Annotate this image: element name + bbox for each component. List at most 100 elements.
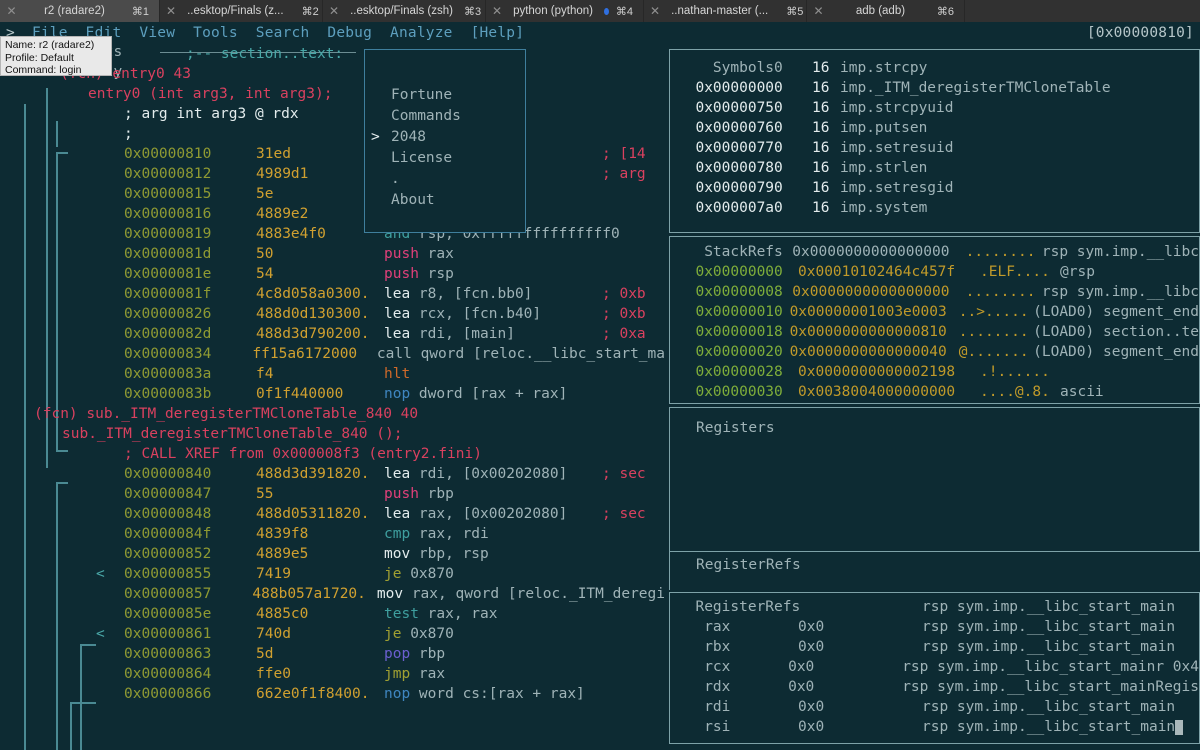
- stackrefs-row[interactable]: 0x00000018 0x0000000000000810........ (LOA…: [678, 322, 1199, 342]
- symbols-row[interactable]: 0x00000000 16 imp._ITM_deregisterTMCloneTa…: [678, 78, 1199, 98]
- disassembly-annotation-row[interactable]: ;: [0, 124, 665, 144]
- terminal-tab-6[interactable]: ✕ adb (adb) ⌘6: [807, 0, 965, 22]
- stackref-address: 0x00000028: [678, 364, 783, 380]
- stackrefs-row[interactable]: 0x00000020 0x0000000000000040 @....... (LOA…: [678, 342, 1199, 362]
- registerrefs-row[interactable]: rbx 0x0 rsp sym.imp.__libc_start_main: [678, 637, 1199, 657]
- disassembly-instruction-row[interactable]: 0x00000819 4883e4f0 and rsp, 0xfffffffffff…: [0, 224, 665, 244]
- disassembly-instruction-row[interactable]: 0x00000847 55 push rbp: [0, 484, 665, 504]
- disassembly-instruction-row[interactable]: 0x000008164889e2mov rdx, rsp: [0, 204, 665, 224]
- help-menu-item-4[interactable]: .: [365, 168, 525, 189]
- registerrefs-row[interactable]: rdi 0x0 rsp sym.imp.__libc_start_main: [678, 697, 1199, 717]
- disassembly-instruction-row[interactable]: 0x0000081e 54 push rsp: [0, 264, 665, 284]
- instruction-address: 0x0000084f: [124, 526, 212, 542]
- disassembly-instruction-row[interactable]: 0x00000834 ff15a6172000 call qword [reloc.…: [0, 344, 665, 364]
- symbols-row[interactable]: 0x00000770 16 imp.setresuid: [678, 138, 1199, 158]
- instruction-bytes: 488d05311820.: [256, 506, 370, 522]
- instruction-address: 0x00000810: [124, 146, 212, 162]
- terminal-tab-3[interactable]: ✕ ..esktop/Finals (zsh) ⌘3: [323, 0, 486, 22]
- disassembly-instruction-row[interactable]: 0x0000085e 4885c0 test rax, rax: [0, 604, 665, 624]
- symbols-panel[interactable]: Symbols0 16 imp.strcpy 0x00000000 16 imp._IT…: [669, 49, 1200, 233]
- disassembly-annotation-row[interactable]: ; arg int arg3 @ rdx: [0, 104, 665, 124]
- registerrefs-label-panel[interactable]: RegisterRefs: [669, 552, 1200, 590]
- symbols-row[interactable]: 0x00000790 16 imp.setresgid: [678, 178, 1199, 198]
- instruction-address: 0x0000083a: [124, 366, 212, 382]
- stackrefs-row[interactable]: StackRefs 0x0000000000000000........ rsp s…: [678, 242, 1199, 262]
- disassembly-panel[interactable]: ;-- section..text: (fcn) entry0 43 entry0 …: [0, 44, 665, 750]
- disassembly-instruction-row[interactable]: 0x00000864 ffe0 jmp rax: [0, 664, 665, 684]
- registerrefs-row[interactable]: rcx 0x0 rsp sym.imp.__libc_start_mainr 0x4: [678, 657, 1199, 677]
- registerrefs-row[interactable]: rsi 0x0 rsp sym.imp.__libc_start_main: [678, 717, 1199, 737]
- stackref-value: 0x0000000000000810: [789, 324, 947, 340]
- disassembly-instruction-row[interactable]: 0x0000081f 4c8d058a0300. lea r8, [fcn.bb0]…: [0, 284, 665, 304]
- menu-item-view[interactable]: View: [130, 25, 184, 41]
- terminal-tab-4[interactable]: ✕ python (python) ⌘4: [486, 0, 644, 22]
- menu-item-search[interactable]: Search: [247, 25, 319, 41]
- terminal-window: ✕ r2 (radare2) ⌘1 ✕ ..esktop/Finals (z... ⌘2 ✕…: [0, 0, 1200, 750]
- terminal-tab-1[interactable]: ✕ r2 (radare2) ⌘1: [0, 0, 160, 22]
- stackrefs-row[interactable]: 0x00000008 0x0000000000000000........ rsp …: [678, 282, 1199, 302]
- disassembly-instruction-row[interactable]: 0x00000815 5e: [0, 184, 665, 204]
- menu-item-tools[interactable]: Tools: [184, 25, 247, 41]
- disassembly-instruction-row[interactable]: 0x00000840 488d3d391820. lea rdi, [0x00202…: [0, 464, 665, 484]
- stackrefs-panel[interactable]: StackRefs 0x0000000000000000........ rsp s…: [669, 236, 1200, 404]
- disassembly-instruction-row[interactable]: 0x00000826 488d0d130300. lea rcx, [fcn.b40…: [0, 304, 665, 324]
- registerrefs-panel[interactable]: RegisterRefs rsp sym.imp.__libc_start_mai…: [669, 592, 1200, 744]
- close-icon[interactable]: ✕: [650, 5, 660, 17]
- disassembly-instruction-row[interactable]: 0x0000081d 50 push rax: [0, 244, 665, 264]
- symbols-row[interactable]: 0x00000760 16 imp.putsen: [678, 118, 1199, 138]
- disassembly-instruction-row[interactable]: 0x00000863 5d pop rbp: [0, 644, 665, 664]
- help-menu-item-5[interactable]: About: [365, 189, 525, 210]
- instruction-address: 0x00000864: [124, 666, 212, 682]
- tab-bar-filler: [965, 0, 1200, 22]
- help-menu-item-1[interactable]: Commands: [365, 105, 525, 126]
- disassembly-annotation-row[interactable]: entry0 (int arg3, int arg3);: [0, 84, 665, 104]
- disassembly-annotation-row[interactable]: sub._ITM_deregisterTMCloneTable_840 ();: [0, 424, 665, 444]
- close-icon[interactable]: ✕: [329, 5, 339, 17]
- disassembly-instruction-row[interactable]: 0x00000857 488b057a1720. mov rax, qword [r…: [0, 584, 665, 604]
- help-menu-item-2[interactable]: >2048: [365, 126, 525, 147]
- disassembly-instruction-row[interactable]: <0x00000861 740d je 0x870: [0, 624, 665, 644]
- menu-item-help[interactable]: [Help]: [462, 25, 534, 41]
- disassembly-instruction-row[interactable]: 0x00000812 4989d1; arg: [0, 164, 665, 184]
- registerrefs-row[interactable]: RegisterRefs rsp sym.imp.__libc_start_mai…: [678, 597, 1199, 617]
- disassembly-instruction-row[interactable]: 0x00000848 488d05311820. lea rax, [0x00202…: [0, 504, 665, 524]
- menu-item-analyze[interactable]: Analyze: [381, 25, 462, 41]
- disassembly-instruction-row[interactable]: 0x0000083a f4 hlt: [0, 364, 665, 384]
- registers-panel[interactable]: Registers: [669, 407, 1200, 552]
- symbols-row[interactable]: Symbols0 16 imp.strcpy: [678, 58, 1199, 78]
- close-icon[interactable]: ✕: [492, 5, 502, 17]
- registerrefs-row[interactable]: rax 0x0 rsp sym.imp.__libc_start_main: [678, 617, 1199, 637]
- help-menu-item-3[interactable]: License: [365, 147, 525, 168]
- disassembly-instruction-row[interactable]: 0x00000810 31ed; [14: [0, 144, 665, 164]
- registerrefs-row[interactable]: rdx 0x0 rsp sym.imp.__libc_start_mainRegis: [678, 677, 1199, 697]
- menu-item-debug[interactable]: Debug: [318, 25, 381, 41]
- terminal-tab-5[interactable]: ✕ ..nathan-master (... ⌘5: [644, 0, 807, 22]
- disassembly-instruction-row[interactable]: <0x00000855 7419 je 0x870: [0, 564, 665, 584]
- disassembly-instruction-row[interactable]: 0x0000083b 0f1f440000 nop dword [rax + rax…: [0, 384, 665, 404]
- disassembly-instruction-row[interactable]: 0x0000084f 4839f8 cmp rax, rdi: [0, 524, 665, 544]
- stackrefs-row[interactable]: 0x00000010 0x00000001003e0003 ..>..... (LOA…: [678, 302, 1199, 322]
- stackref-address: 0x00000000: [678, 264, 783, 280]
- terminal-tab-2[interactable]: ✕ ..esktop/Finals (z... ⌘2: [160, 0, 323, 22]
- symbols-row[interactable]: 0x00000750 16 imp.strcpyuid: [678, 98, 1199, 118]
- instruction-address: 0x00000863: [124, 646, 212, 662]
- close-icon[interactable]: ✕: [813, 5, 824, 17]
- stackrefs-row[interactable]: 0x00000000 0x00010102464c457f .ELF.... @rsp: [678, 262, 1199, 282]
- stackrefs-row[interactable]: 0x00000028 0x0000000000002198.!......: [678, 362, 1199, 382]
- symbols-row[interactable]: 0x00000780 16 imp.strlen: [678, 158, 1199, 178]
- stackrefs-rows: StackRefs 0x0000000000000000........ rsp s…: [670, 237, 1199, 402]
- disassembly-instruction-row[interactable]: 0x00000852 4889e5 mov rbp, rsp: [0, 544, 665, 564]
- instruction-comment: ; 0xb: [602, 286, 646, 302]
- help-menu-item-0[interactable]: Fortune: [365, 84, 525, 105]
- disassembly-annotation-row[interactable]: (fcn) sub._ITM_deregisterTMCloneTable_84…: [0, 404, 665, 424]
- text-cursor: [1175, 719, 1184, 735]
- close-icon[interactable]: ✕: [6, 5, 17, 17]
- help-dropdown-menu[interactable]: Fortune Commands >2048 License. About: [364, 49, 526, 233]
- disassembly-instruction-row[interactable]: 0x00000866 662e0f1f8400. nop word cs:[rax …: [0, 684, 665, 704]
- symbols-row[interactable]: 0x000007a0 16 imp.system: [678, 198, 1199, 218]
- instruction-comment: ; [14: [602, 146, 646, 162]
- close-icon[interactable]: ✕: [166, 5, 176, 17]
- disassembly-annotation-row[interactable]: ; CALL XREF from 0x000008f3 (entry2.fini…: [0, 444, 665, 464]
- stackrefs-row[interactable]: 0x00000030 0x0038004000000000 ....@.8. asci…: [678, 382, 1199, 402]
- disassembly-instruction-row[interactable]: 0x0000082d 488d3d790200. lea rdi, [main] ; …: [0, 324, 665, 344]
